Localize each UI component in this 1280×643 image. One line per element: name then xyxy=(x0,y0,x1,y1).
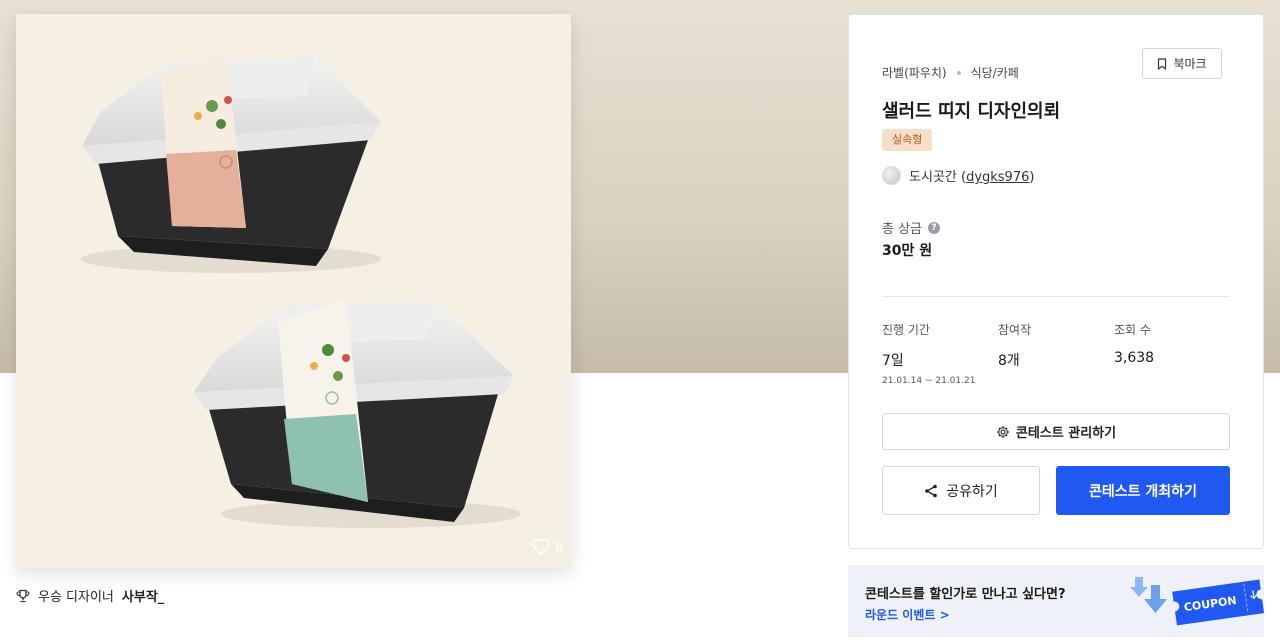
share-label: 공유하기 xyxy=(946,483,998,500)
avatar xyxy=(882,166,901,185)
winner-info: 우승 디자이너 사부작_ xyxy=(16,586,164,605)
prize-label: 총 상금 ? xyxy=(882,218,941,237)
plan-badge: 실속형 xyxy=(882,129,933,151)
salad-box-mockup-illustration xyxy=(81,52,521,528)
stat-label: 진행 기간 xyxy=(882,323,930,337)
stat-value: 7일 xyxy=(882,353,904,369)
winner-name[interactable]: 사부작_ xyxy=(122,586,164,605)
divider xyxy=(882,296,1230,297)
trophy-icon xyxy=(16,589,30,602)
stat-value: 8개 xyxy=(998,353,1020,369)
client-id-open: ( xyxy=(956,170,967,185)
bookmark-button[interactable]: 북마크 xyxy=(1142,48,1222,79)
client-nickname: 도시곳간 xyxy=(909,170,957,185)
category-secondary[interactable]: 식당/카페 xyxy=(971,64,1019,81)
stat-label: 참여작 xyxy=(998,323,1032,337)
stat-value: 3,638 xyxy=(1114,350,1155,366)
share-icon xyxy=(925,484,938,497)
client-info[interactable]: 도시곳간 (dygks976) xyxy=(882,166,1034,185)
stat-date-range: 21.01.14 ~ 21.01.21 xyxy=(882,376,976,386)
share-button[interactable]: 공유하기 xyxy=(882,466,1040,515)
down-arrow-icon xyxy=(1130,577,1167,613)
manage-label: 콘테스트 관리하기 xyxy=(1015,426,1117,441)
gear-icon xyxy=(996,425,1009,438)
like-counter[interactable]: 6 xyxy=(531,538,563,556)
prize-label-text: 총 상금 xyxy=(882,222,923,237)
contest-image[interactable]: 6 xyxy=(16,14,571,568)
bookmark-icon xyxy=(1158,57,1167,70)
stat-views: 조회 수 3,638 xyxy=(1114,321,1154,366)
winner-prefix: 우승 디자이너 xyxy=(38,590,114,605)
salad-box-top xyxy=(81,52,381,273)
contest-title: 샐러드 띠지 디자인의뢰 xyxy=(882,101,1061,122)
banner-question: 콘테스트를 할인가로 만나고 싶다면? xyxy=(865,587,1066,602)
coupon-ticket-icon: COUPON xyxy=(1172,579,1264,626)
help-icon[interactable]: ? xyxy=(928,221,941,234)
contest-info-panel: 라벨(파우치) 식당/카페 북마크 샐러드 띠지 디자인의뢰 실속형 도시곳간 … xyxy=(848,14,1264,549)
client-name: 도시곳간 (dygks976) xyxy=(909,166,1034,185)
stat-entries: 참여작 8개 xyxy=(998,321,1031,370)
prize-value: 30만 원 xyxy=(882,243,933,259)
client-id[interactable]: dygks976 xyxy=(966,170,1029,185)
client-id-close: ) xyxy=(1029,170,1035,185)
bookmark-label: 북마크 xyxy=(1173,57,1207,71)
manage-contest-button[interactable]: 콘테스트 관리하기 xyxy=(882,413,1230,450)
separator-dot xyxy=(956,70,961,75)
coupon-event-banner[interactable]: 콘테스트를 할인가로 만나고 싶다면? 라운드 이벤트 > COUPON xyxy=(848,565,1264,637)
stat-label: 조회 수 xyxy=(1114,323,1151,337)
banner-link[interactable]: 라운드 이벤트 > xyxy=(865,606,950,623)
heart-icon xyxy=(531,538,550,555)
category-primary[interactable]: 라벨(파우치) xyxy=(882,64,947,81)
stat-duration: 진행 기간 7일 21.01.14 ~ 21.01.21 xyxy=(882,321,975,386)
coupon-illustration: COUPON xyxy=(1130,577,1264,626)
salad-box-bottom xyxy=(194,299,521,528)
host-contest-button[interactable]: 콘테스트 개최하기 xyxy=(1056,466,1230,515)
category-breadcrumb: 라벨(파우치) 식당/카페 xyxy=(882,64,1019,81)
like-count: 6 xyxy=(554,539,563,555)
